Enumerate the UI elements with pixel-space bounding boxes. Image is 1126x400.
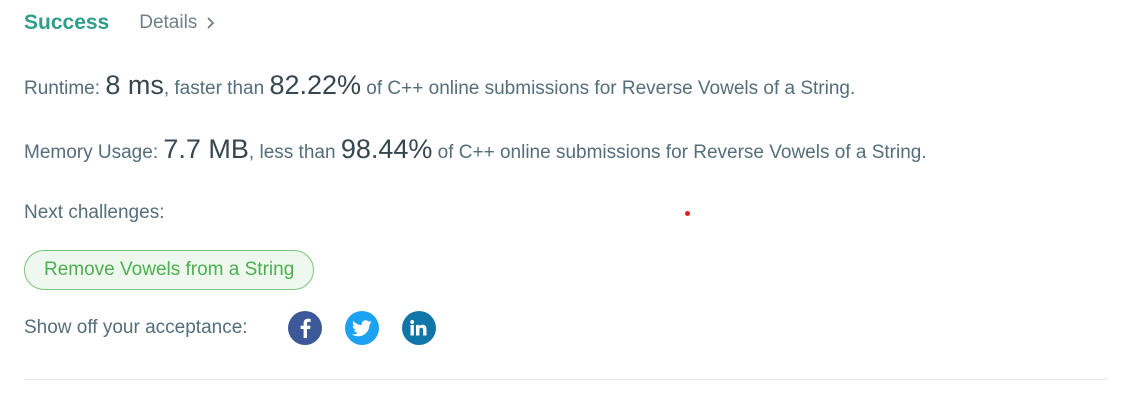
facebook-icon[interactable] [287, 311, 322, 345]
runtime-value: 8 ms [105, 70, 164, 100]
runtime-percent: 82.22% [269, 70, 362, 100]
memory-percent: 98.44% [340, 134, 433, 164]
twitter-icon[interactable] [344, 311, 379, 345]
memory-suffix: of C++ online submissions for Reverse Vo… [432, 142, 927, 163]
chevron-right-icon [207, 17, 215, 29]
result-header: Success Details [24, 8, 215, 38]
runtime-suffix: of C++ online submissions for Reverse Vo… [361, 78, 856, 99]
share-label: Show off your acceptance: [24, 317, 248, 338]
runtime-label: Runtime: [24, 78, 106, 99]
challenge-button[interactable]: Remove Vowels from a String [24, 250, 315, 290]
bottom-divider [24, 379, 1108, 380]
red-dot-marker [685, 211, 690, 216]
runtime-compare-text: , faster than [163, 78, 270, 99]
memory-value: 7.7 MB [163, 134, 249, 164]
linkedin-icon[interactable] [401, 311, 436, 345]
runtime-line: Runtime: 8 ms, faster than 82.22% of C++… [24, 70, 855, 101]
success-status: Success [24, 11, 110, 34]
share-section: Show off your acceptance: [24, 310, 459, 346]
details-label: Details [139, 12, 198, 33]
share-icons [287, 311, 459, 345]
memory-line: Memory Usage: 7.7 MB, less than 98.44% o… [24, 134, 927, 165]
memory-label: Memory Usage: [24, 142, 164, 163]
details-link[interactable]: Details [139, 12, 215, 34]
memory-compare-text: , less than [248, 142, 341, 163]
submission-result: Success Details Runtime: 8 ms, faster th… [0, 0, 1126, 400]
next-challenges-label: Next challenges: [24, 202, 165, 223]
